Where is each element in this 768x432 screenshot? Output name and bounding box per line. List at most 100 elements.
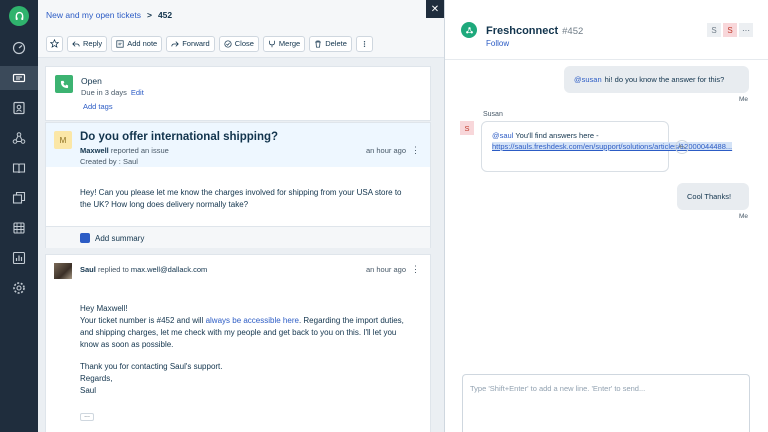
breadcrumb-separator: >: [146, 10, 152, 20]
close-panel-icon[interactable]: ✕: [426, 0, 444, 18]
add-note-button[interactable]: Add note: [111, 35, 163, 52]
issue-card: M Do you offer international shipping? M…: [45, 122, 431, 248]
reply-paragraph: Your ticket number is #452 and will alwa…: [80, 315, 410, 351]
breadcrumb-ticket-number: 452: [157, 10, 173, 20]
avatar: S: [460, 121, 474, 135]
reply-button[interactable]: Reply: [67, 35, 108, 52]
message-text: hi! do you know the answer for this?: [604, 75, 725, 84]
admin-settings-icon[interactable]: [0, 276, 38, 300]
composer-placeholder: Type 'Shift+Enter' to add a new line. 'E…: [470, 384, 646, 393]
merge-label: Merge: [278, 39, 301, 48]
reply-in-thread-icon[interactable]: [675, 140, 689, 154]
check-circle-icon: [224, 39, 232, 48]
avatar: M: [54, 131, 72, 149]
message-text: You'll find answers here -: [515, 131, 599, 140]
more-actions-button[interactable]: [355, 35, 373, 52]
due-date: Due in 3 days Edit: [81, 88, 144, 97]
note-icon: [116, 39, 124, 48]
reply-author[interactable]: Saul: [80, 265, 96, 274]
close-label: Close: [234, 39, 254, 48]
chat-message-outgoing: Cool Thanks!: [677, 183, 749, 210]
issue-title: Do you offer international shipping?: [80, 131, 279, 143]
add-summary-label: Add summary: [95, 234, 145, 243]
chat-header: Freshconnect #452 Follow S S ···: [445, 0, 768, 60]
add-summary-bar[interactable]: Add summary: [46, 226, 430, 248]
groups-icon[interactable]: [0, 126, 38, 150]
freshconnect-logo-icon: [461, 22, 477, 38]
follow-link[interactable]: Follow: [486, 39, 509, 48]
chat-app-name: Freshconnect: [486, 25, 559, 37]
issue-timestamp: an hour ago: [365, 146, 406, 155]
mention[interactable]: @susan: [574, 75, 602, 84]
merge-button[interactable]: Merge: [262, 35, 306, 52]
reply-card: Saul replied to max.well@dallack.com an …: [45, 254, 431, 432]
freshdesk-logo-icon[interactable]: [9, 6, 29, 26]
show-quoted-text-button[interactable]: ...: [80, 412, 94, 421]
add-note-label: Add note: [127, 39, 158, 48]
ticket-portal-link[interactable]: always be accessible here: [206, 316, 299, 325]
star-button[interactable]: [46, 35, 63, 52]
chat-composer[interactable]: Type 'Shift+Enter' to add a new line. 'E…: [462, 374, 750, 432]
reply-menu-icon[interactable]: ⋮: [411, 264, 420, 275]
edit-due-link[interactable]: Edit: [131, 88, 144, 97]
ticket-status-card: Open Due in 3 days Edit Add tags: [45, 66, 431, 121]
issue-created-by: Created by : Saul: [80, 157, 138, 166]
issue-header: M Do you offer international shipping? M…: [46, 123, 430, 167]
issue-menu-icon[interactable]: ⋮: [411, 145, 420, 156]
trash-icon: [315, 40, 321, 48]
message-sender: Susan: [483, 111, 503, 118]
breadcrumb: New and my open tickets > 452: [38, 0, 444, 30]
issue-reporter: Maxwell reported an issue: [80, 146, 169, 155]
reply-recipient: max.well@dallack.com: [130, 265, 208, 274]
forward-icon: [171, 40, 179, 47]
close-ticket-button[interactable]: Close: [218, 35, 259, 52]
mention[interactable]: @saul: [492, 131, 513, 140]
reply-text: Your ticket number is #452 and will: [80, 316, 206, 325]
issue-body: Hey! Can you please let me know the char…: [80, 188, 402, 209]
nav-rail: [0, 0, 38, 432]
solution-article-link[interactable]: https://sauls.freshdesk.com/en/support/s…: [492, 142, 733, 151]
reports-icon[interactable]: [0, 246, 38, 270]
avatar: [54, 263, 72, 279]
phone-icon: [55, 75, 73, 93]
message-sender: Me: [739, 96, 749, 103]
participant-avatar[interactable]: S: [707, 23, 721, 37]
ticket-state: Open: [81, 76, 102, 86]
delete-label: Delete: [325, 39, 347, 48]
add-tags-link[interactable]: Add tags: [83, 102, 113, 111]
forward-label: Forward: [182, 39, 210, 48]
reply-timestamp: an hour ago: [365, 265, 406, 274]
chat-more-button[interactable]: ···: [739, 23, 753, 37]
vertical-dots-icon: [363, 40, 366, 47]
tickets-icon[interactable]: [0, 66, 38, 90]
summary-icon: [80, 233, 90, 243]
contacts-icon[interactable]: [0, 96, 38, 120]
participant-avatar[interactable]: S: [723, 23, 737, 37]
forums-icon[interactable]: [0, 186, 38, 210]
chat-message-outgoing: @susan hi! do you know the answer for thi…: [564, 66, 749, 93]
reply-greeting: Hey Maxwell!: [80, 304, 128, 313]
breadcrumb-view-link[interactable]: New and my open tickets: [46, 10, 141, 20]
chat-title: Freshconnect #452: [486, 25, 583, 37]
merge-icon: [269, 40, 275, 47]
knowledge-base-icon[interactable]: [0, 156, 38, 180]
star-icon: [50, 39, 59, 48]
reply-label: Reply: [83, 39, 103, 48]
reply-header: Saul replied to max.well@dallack.com: [80, 265, 207, 274]
forward-button[interactable]: Forward: [166, 35, 215, 52]
reply-signature: Saul: [80, 386, 97, 395]
chat-ticket-ref: #452: [562, 26, 584, 37]
dashboard-icon[interactable]: [0, 36, 38, 60]
reporter-name[interactable]: Maxwell: [80, 146, 109, 155]
reported-text: reported an issue: [110, 146, 169, 155]
reply-icon: [72, 40, 80, 47]
reply-body: Hey Maxwell! Your ticket number is #452 …: [80, 303, 410, 397]
message-text: Cool Thanks!: [687, 192, 732, 201]
assets-icon[interactable]: [0, 216, 38, 240]
reply-thanks: Thank you for contacting Saul's support.: [80, 362, 223, 371]
ticket-conversation[interactable]: Open Due in 3 days Edit Add tags M Do you…: [38, 58, 444, 432]
chat-message-incoming: @saul You'll find answers here - https:/…: [481, 121, 733, 172]
reply-action: replied to: [97, 265, 129, 274]
delete-button[interactable]: Delete: [309, 35, 352, 52]
ticket-toolbar: Reply Add note Forward Close Merge Delet…: [38, 30, 444, 58]
